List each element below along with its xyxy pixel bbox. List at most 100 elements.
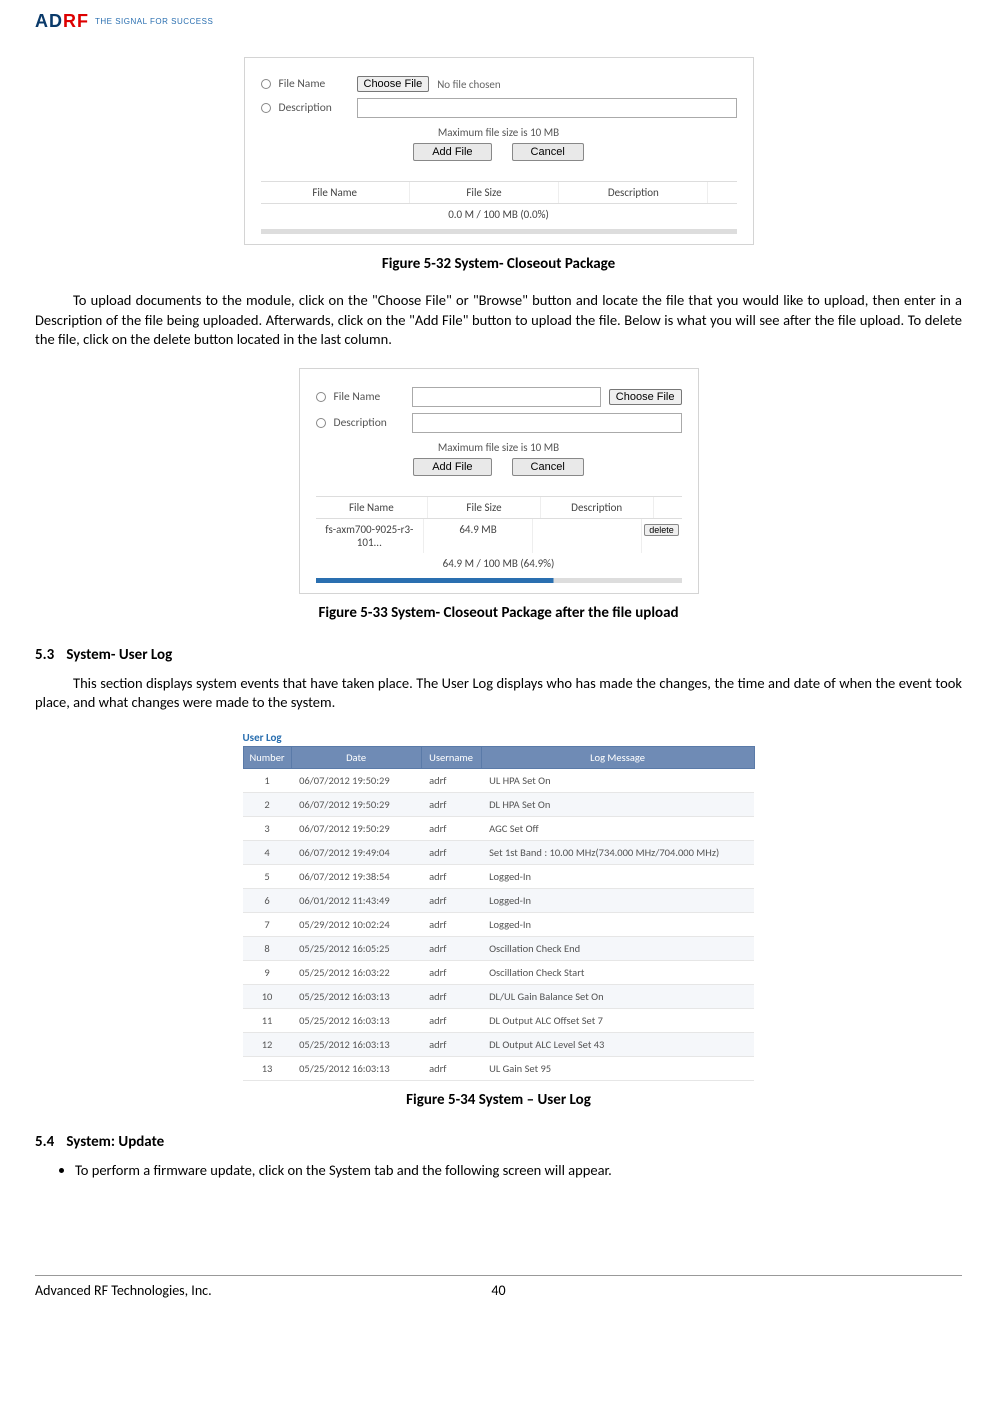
filename-row: File Name Choose File No file chosen [261,76,737,92]
section-54-title: System: Update [66,1133,164,1151]
table-row: 705/29/2012 10:02:24adrfLogged-In [243,912,754,936]
table-row: 805/25/2012 16:05:25adrfOscillation Chec… [243,936,754,960]
userlog-table: Number Date Username Log Message 106/07/… [243,746,755,1081]
usage-text: 64.9 M / 100 MB (64.9%) [316,553,682,574]
filename-row: File Name Choose File [316,387,682,407]
cell-action: delete [642,519,682,553]
max-size-note: Maximum file size is 10 MB [316,441,682,454]
logo-suffix: RF [63,11,89,31]
cell-username: adrf [421,864,481,888]
figure-532-caption: Figure 5-32 System- Closeout Package [35,255,962,273]
figure-533: File Name Choose File Description Maximu… [35,368,962,594]
cell-logmessage: DL HPA Set On [481,792,754,816]
table-row: 905/25/2012 16:03:22adrfOscillation Chec… [243,960,754,984]
cell-logmessage: DL Output ALC Level Set 43 [481,1032,754,1056]
cell-number: 13 [243,1056,291,1080]
radio-icon[interactable] [316,418,326,428]
logo: ADRF [35,11,89,32]
footer-page: 40 [469,1282,529,1299]
add-file-button[interactable]: Add File [413,458,491,476]
cell-logmessage: AGC Set Off [481,816,754,840]
add-file-button[interactable]: Add File [413,143,491,161]
cancel-button[interactable]: Cancel [512,143,584,161]
radio-icon[interactable] [316,392,326,402]
cell-username: adrf [421,816,481,840]
section-54-heading: 5.4 System: Update [35,1133,962,1151]
cell-logmessage: Oscillation Check End [481,936,754,960]
cell-date: 05/29/2012 10:02:24 [291,912,421,936]
cell-logmessage: Oscillation Check Start [481,960,754,984]
radio-icon[interactable] [261,103,271,113]
cell-number: 2 [243,792,291,816]
cell-logmessage: Logged-In [481,888,754,912]
col-description: Description [541,497,654,518]
cell-date: 06/07/2012 19:50:29 [291,792,421,816]
cell-username: adrf [421,768,481,792]
cell-number: 4 [243,840,291,864]
filename-label: File Name [279,77,349,91]
usage-progress [316,578,682,583]
delete-button[interactable]: delete [644,524,679,536]
col-action [654,497,682,518]
description-row: Description [261,98,737,118]
cell-username: adrf [421,792,481,816]
choose-file-button[interactable]: Choose File [609,389,682,405]
cell-username: adrf [421,984,481,1008]
cell-number: 12 [243,1032,291,1056]
cell-date: 06/07/2012 19:49:04 [291,840,421,864]
cell-number: 9 [243,960,291,984]
cell-number: 11 [243,1008,291,1032]
cell-filename: fs-axm700-9025-r3-101... [316,519,425,553]
cell-logmessage: Logged-In [481,864,754,888]
col-action [708,182,736,203]
figure-533-caption: Figure 5-33 System- Closeout Package aft… [35,604,962,622]
cell-username: adrf [421,960,481,984]
logo-prefix: AD [35,11,63,31]
cell-logmessage: UL Gain Set 95 [481,1056,754,1080]
closeout-panel-uploaded: File Name Choose File Description Maximu… [299,368,699,594]
file-table: File Name File Size Description 0.0 M / … [261,181,737,234]
cell-number: 1 [243,768,291,792]
cancel-button[interactable]: Cancel [512,458,584,476]
figure-532: File Name Choose File No file chosen Des… [35,57,962,245]
closeout-panel-empty: File Name Choose File No file chosen Des… [244,57,754,245]
cell-date: 06/07/2012 19:38:54 [291,864,421,888]
footer-company: Advanced RF Technologies, Inc. [35,1282,469,1299]
table-row: 1305/25/2012 16:03:13adrfUL Gain Set 95 [243,1056,754,1080]
table-row: 106/07/2012 19:50:29adrfUL HPA Set On [243,768,754,792]
description-input[interactable] [412,413,682,433]
page-footer: Advanced RF Technologies, Inc. 40 [35,1275,962,1299]
filename-input[interactable] [412,387,601,407]
cell-logmessage: DL/UL Gain Balance Set On [481,984,754,1008]
radio-icon[interactable] [261,79,271,89]
upload-paragraph: To upload documents to the module, click… [35,291,962,350]
col-description: Description [559,182,708,203]
cell-date: 05/25/2012 16:03:13 [291,1056,421,1080]
file-table: File Name File Size Description fs-axm70… [316,496,682,583]
update-bullet-list: To perform a firmware update, click on t… [75,1161,962,1181]
description-row: Description [316,413,682,433]
cell-username: adrf [421,912,481,936]
choose-file-button[interactable]: Choose File [357,76,430,92]
usage-text: 0.0 M / 100 MB (0.0%) [261,204,737,225]
cell-number: 7 [243,912,291,936]
cell-number: 8 [243,936,291,960]
cell-logmessage: Logged-In [481,912,754,936]
table-row: fs-axm700-9025-r3-101... 64.9 MB delete [316,519,682,553]
no-file-text: No file chosen [437,78,500,91]
col-filesize: File Size [428,497,541,518]
tagline: THE SIGNAL FOR SUCCESS [95,17,213,26]
cell-username: adrf [421,1032,481,1056]
cell-date: 05/25/2012 16:03:13 [291,1008,421,1032]
max-size-note: Maximum file size is 10 MB [261,126,737,139]
cell-date: 05/25/2012 16:03:22 [291,960,421,984]
cell-date: 05/25/2012 16:05:25 [291,936,421,960]
section-54-number: 5.4 [35,1133,63,1151]
col-number: Number [243,746,291,768]
usage-progress [261,229,737,234]
cell-date: 05/25/2012 16:03:13 [291,1032,421,1056]
description-input[interactable] [357,98,737,118]
cell-number: 6 [243,888,291,912]
cell-username: adrf [421,936,481,960]
cell-username: adrf [421,1056,481,1080]
